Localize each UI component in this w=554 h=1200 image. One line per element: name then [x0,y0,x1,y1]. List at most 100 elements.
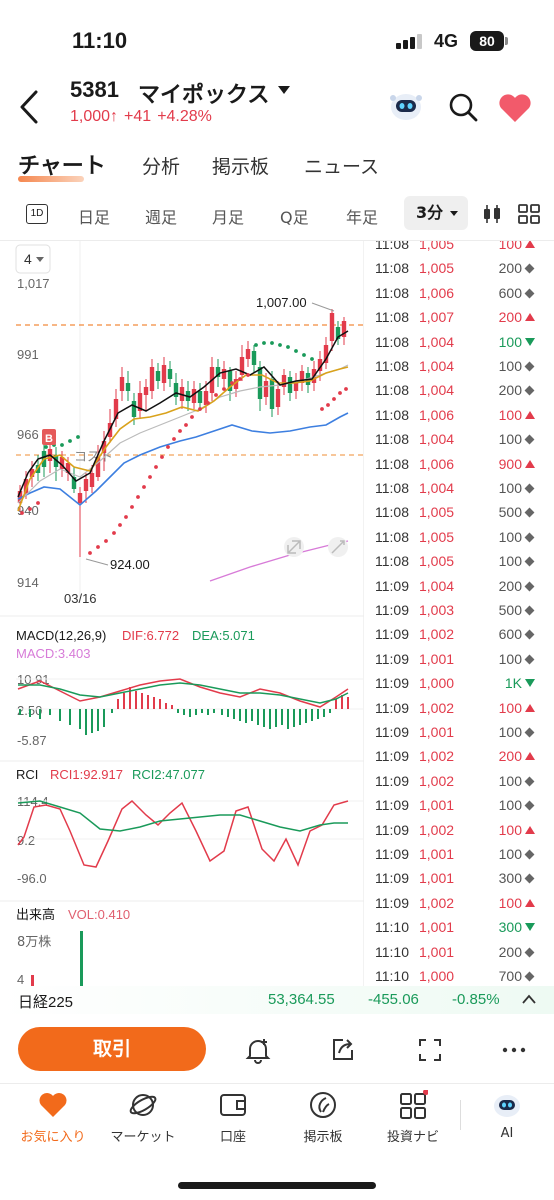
macd-bar [227,709,229,717]
tab-board[interactable]: 掲示板 [212,152,269,179]
sar-dot [246,373,250,377]
divider [460,1100,461,1130]
more-icon[interactable] [500,1036,528,1064]
tick-volume: 100 [498,650,522,667]
candle-body [161,365,167,383]
tick-price: 1,005 [419,528,455,545]
neutral-tick-icon [524,581,535,592]
sar-dot [294,349,298,353]
fullscreen-icon[interactable] [416,1036,444,1064]
search-icon[interactable] [448,92,478,122]
stock-chart[interactable]: 4 1,017 991 966 940 914 03/16 コスト B 1,00… [0,241,364,987]
neutral-tick-icon [524,971,535,982]
nav-board[interactable]: 掲示板 [278,1090,368,1150]
tick-price: 1,006 [419,284,455,301]
sar-dot [262,341,266,345]
divider [0,1083,554,1084]
sar-dot [20,511,24,515]
macd-bar [213,709,215,713]
ma-short-line [17,330,349,498]
neutral-tick-icon [524,556,535,567]
period-daily[interactable]: 日足 [78,204,110,228]
nav-account[interactable]: 口座 [188,1090,278,1150]
draw-tool-icon[interactable] [328,537,348,557]
tick-time: 11:08 [375,553,409,570]
tick-row: 11:09 1,002 100 [365,892,554,916]
favorite-heart-icon[interactable] [498,93,532,123]
period-yearly[interactable]: 年足 [346,204,378,228]
share-icon[interactable] [329,1036,357,1064]
tick-time: 11:09 [375,626,409,643]
sar-dot [96,545,100,549]
period-quarterly[interactable]: Q足 [280,204,309,228]
tick-row: 11:09 1,003 500 [365,599,554,623]
tab-analysis[interactable]: 分析 [142,152,180,179]
sar-dot [270,341,274,345]
nav-label: マーケット [110,1130,176,1145]
nav-market[interactable]: マーケット [98,1090,188,1150]
tick-row: 11:08 1,006 900 [365,453,554,477]
bell-plus-icon[interactable] [244,1036,272,1064]
nav-favorites[interactable]: お気に入り [8,1090,98,1150]
buy-marker[interactable]: B [42,429,56,445]
macd-bar [299,709,301,725]
index-ticker-bar[interactable]: 日経225 53,364.55 -455.06 -0.85% [0,986,554,1014]
volume-value: VOL:0.410 [68,907,130,922]
tick-price: 1,007 [419,309,455,326]
macd-bar [311,709,313,721]
ai-robot-icon[interactable] [388,88,424,124]
tick-volume: 100 [498,358,522,374]
chevron-up-icon[interactable] [522,994,536,1004]
period-3min-dropdown[interactable]: 3分 [404,196,468,230]
indicator-layers-dropdown[interactable]: 4 [15,244,51,274]
board-icon [310,1092,336,1118]
tick-time: 11:09 [375,577,409,594]
nav-ai[interactable]: AI [462,1090,552,1150]
stock-name[interactable]: マイポックス [138,77,269,109]
candle-body [89,473,95,487]
nav-label: 掲示板 [303,1130,343,1145]
macd-bar [263,709,265,727]
rci-title: RCI [16,767,38,782]
tick-row: 11:08 1,005 100 [365,526,554,550]
layers-count: 4 [24,251,32,267]
tick-price: 1,003 [419,602,455,618]
macd-dea: DEA:5.071 [192,628,255,643]
tab-news[interactable]: ニュース [304,152,379,179]
rci1-value: RCI1:92.917 [50,767,123,782]
index-value: 53,364.55 [268,991,335,1008]
candle-body [275,389,281,407]
period-monthly[interactable]: 月足 [212,204,244,228]
tick-time: 11:09 [375,870,409,887]
rci1-line [17,799,349,868]
back-icon[interactable] [12,88,46,126]
layout-grid-icon[interactable] [518,204,540,224]
tick-row: 11:09 1,002 200 [365,745,554,769]
tick-volume: 700 [498,968,522,984]
volume-axis-label: 8万株 [17,935,51,950]
macd-bar [123,693,125,709]
candle-body [257,367,263,399]
trade-button[interactable]: 取引 [18,1027,206,1071]
neutral-tick-icon [524,873,535,884]
time-and-sales-list[interactable]: 11:08 1,005 100 11:08 1,005 200 11:08 1,006 600 1… [365,241,554,987]
tick-volume: 100 [498,724,522,740]
stock-dropdown-icon[interactable] [278,86,290,94]
tick-price: 1,001 [419,846,455,862]
candlestick-type-icon[interactable] [482,204,502,224]
tick-volume: 100 [498,846,522,862]
tick-row: 11:09 1,001 100 [365,843,554,867]
tick-volume: 600 [498,626,522,643]
tick-time: 11:08 [375,284,409,301]
period-weekly[interactable]: 週足 [145,204,177,228]
stock-code[interactable]: 5381 [70,77,119,103]
period-1d-icon[interactable]: 1D [26,204,48,224]
sar-dot [172,437,176,441]
sar-dot [68,439,72,443]
macd-bar [29,709,31,717]
index-name: 日経225 [18,994,74,1011]
nav-invest-navi[interactable]: 投資ナビ [368,1090,458,1150]
ma-gray-line [17,364,349,504]
tick-time: 11:10 [375,968,409,984]
expand-chart-icon[interactable] [284,537,304,557]
